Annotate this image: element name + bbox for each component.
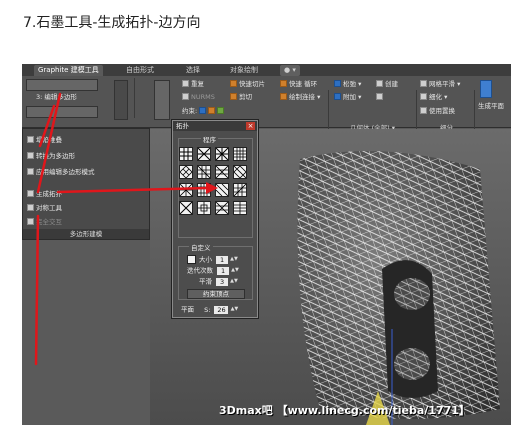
annotation-line-horizontal — [56, 186, 210, 194]
annotation-arrows — [34, 92, 218, 366]
annotation-line-vertical — [34, 214, 40, 366]
watermark: 3Dmax吧 【www.linecg.com/tieba/1771】 — [219, 404, 470, 417]
page-heading: 7.石墨工具-生成拓扑-边方向 — [23, 15, 201, 31]
app-screenshot: Graphite 建模工具 自由形式 选择 对象绘制 ● ▾ 3: 编辑多边形 … — [22, 64, 511, 425]
annotation-arrowhead-icon — [206, 182, 218, 194]
